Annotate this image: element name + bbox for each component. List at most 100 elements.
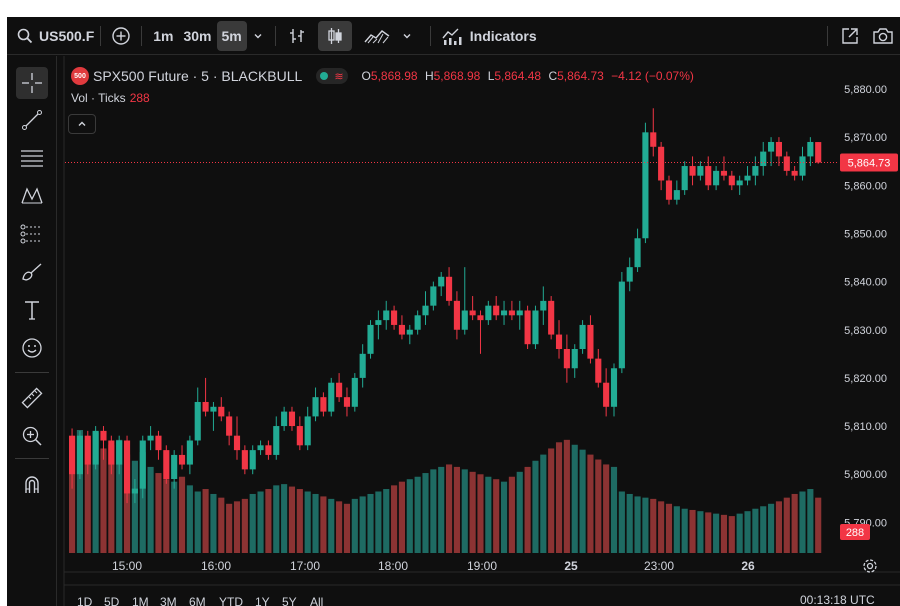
chevron-down-icon[interactable]	[402, 31, 412, 41]
candle-body	[186, 440, 193, 465]
candle-body	[453, 300, 460, 330]
candle-body	[705, 166, 712, 186]
compare-add-icon[interactable]	[111, 26, 131, 46]
candle-body	[744, 175, 751, 181]
range-1m-button[interactable]: 1M	[132, 595, 149, 606]
volume-bar	[147, 466, 154, 553]
range-6m-button[interactable]: 6M	[189, 595, 206, 606]
volume-bar	[241, 498, 248, 553]
pattern-tool-button[interactable]	[16, 180, 48, 212]
volume-bar	[469, 471, 476, 553]
volume-bar	[398, 481, 406, 553]
volume-bar	[728, 516, 735, 553]
volume-bar	[320, 496, 327, 553]
volume-bar	[178, 476, 186, 553]
time-axis-label: 23:00	[644, 559, 674, 573]
icon-tool-button[interactable]	[16, 332, 48, 364]
volume-bar	[493, 479, 500, 553]
range-ytd-button[interactable]: YTD	[219, 595, 243, 606]
time-axis-label: 25	[564, 559, 578, 573]
zoom-in-icon	[21, 425, 43, 447]
measure-tool-button[interactable]	[16, 382, 48, 414]
price-axis-label: 5,880.00	[844, 84, 887, 96]
smiley-icon	[21, 337, 43, 359]
brush-tool-button[interactable]	[16, 256, 48, 288]
price-chart[interactable]: 5,880.00 5,870.00 5,860.00 5,850.00 5,840.00…	[7, 17, 900, 606]
candle-body	[163, 450, 170, 480]
range-1y-button[interactable]: 1Y	[255, 595, 270, 606]
chevron-down-icon[interactable]	[253, 31, 263, 41]
interval-5m-button[interactable]: 5m	[216, 20, 247, 51]
candles-chart-type-button[interactable]	[317, 20, 352, 51]
candle-body	[728, 175, 735, 186]
search-icon[interactable]	[17, 28, 33, 44]
market-status[interactable]: ≋	[316, 68, 348, 84]
interval-1m-button[interactable]: 1m	[148, 21, 178, 51]
volume-bar	[422, 473, 429, 553]
utc-clock[interactable]: 00:13:18 UTC	[800, 593, 875, 606]
magnet-tool-button[interactable]	[16, 468, 48, 500]
open-value: 5,868.98	[370, 69, 418, 83]
open-new-window-icon[interactable]	[840, 26, 860, 46]
volume-bar	[760, 506, 767, 553]
range-all-button[interactable]: All	[310, 595, 323, 606]
range-5y-button[interactable]: 5Y	[282, 595, 297, 606]
symbol-search-button[interactable]: US500.F	[39, 28, 94, 44]
indicators-button[interactable]: Indicators	[441, 17, 537, 54]
candle-body	[603, 382, 610, 407]
camera-icon[interactable]	[872, 26, 894, 46]
candle-body	[508, 310, 515, 316]
candle-body	[689, 166, 696, 176]
volume-bar	[100, 448, 107, 553]
horizontal-lines-icon	[20, 147, 44, 169]
candle-body	[241, 450, 248, 470]
volume-bar	[210, 493, 217, 553]
toolbar-divider	[15, 458, 49, 459]
candle-body	[610, 368, 618, 407]
volume-bar	[281, 484, 288, 553]
bar-chart-type-icon[interactable]	[288, 27, 306, 45]
candle-body	[296, 426, 303, 446]
trend-line-tool-button[interactable]	[16, 104, 48, 136]
volume-bar	[634, 496, 641, 553]
candle-body	[760, 151, 767, 167]
collapse-legend-button[interactable]	[68, 114, 96, 134]
symbol-title[interactable]: SPX500 Future · 5 · BLACKBULL	[93, 68, 302, 84]
volume-bar	[642, 497, 649, 553]
fib-tool-button[interactable]	[16, 142, 48, 174]
zoom-tool-button[interactable]	[16, 420, 48, 452]
candle-body	[783, 156, 790, 171]
volume-bar	[312, 493, 319, 553]
candle-body	[139, 440, 146, 489]
ruler-icon	[21, 387, 43, 409]
candle-body	[343, 397, 351, 407]
range-5d-button[interactable]: 5D	[104, 595, 119, 606]
range-1d-button[interactable]: 1D	[77, 595, 92, 606]
candle-body	[375, 320, 382, 325]
candle-body	[131, 488, 138, 494]
forecast-tool-button[interactable]	[16, 218, 48, 250]
crosshair-tool-button[interactable]	[16, 67, 48, 99]
volume-bar	[815, 497, 822, 553]
candle-body	[634, 238, 641, 268]
time-axis-label: 15:00	[112, 559, 142, 573]
interval-30m-button[interactable]: 30m	[178, 21, 216, 51]
price-axis-label: 5,830.00	[844, 325, 887, 337]
time-axis-label: 18:00	[378, 559, 408, 573]
range-3m-button[interactable]: 3M	[160, 595, 177, 606]
candle-body	[123, 440, 131, 494]
volume-bar	[587, 454, 594, 553]
candle-body	[524, 310, 531, 345]
candle-body	[791, 170, 798, 176]
volume-legend[interactable]: Vol · Ticks 288	[71, 91, 150, 105]
volume-bar	[202, 489, 209, 553]
candle-body	[438, 276, 445, 287]
candle-body	[202, 401, 209, 412]
candle-body	[446, 276, 453, 301]
text-tool-button[interactable]	[16, 294, 48, 326]
ohlc-values: O5,868.98 H5,868.98 L5,864.48 C5,864.73 …	[361, 69, 694, 83]
candle-body	[799, 156, 806, 176]
area-chart-type-icon[interactable]	[364, 27, 390, 45]
candle-body	[320, 397, 327, 412]
gear-icon[interactable]	[862, 558, 878, 574]
